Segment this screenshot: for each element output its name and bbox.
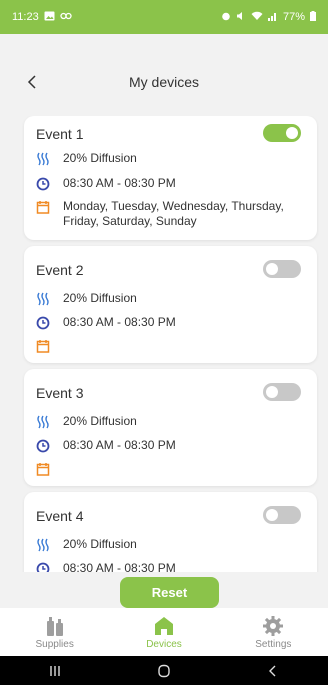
header: My devices — [0, 34, 328, 116]
wifi-icon — [251, 11, 263, 24]
time-row: 08:30 AM - 08:30 PM — [36, 561, 307, 572]
event-card[interactable]: Event 1 20% Diffusion 08:30 AM - 08:30 P… — [24, 116, 317, 240]
event-list[interactable]: Event 1 20% Diffusion 08:30 AM - 08:30 P… — [0, 116, 328, 572]
diffusion-text: 20% Diffusion — [63, 414, 137, 428]
battery-level: 77% — [282, 11, 305, 23]
diffusion-icon — [37, 538, 49, 552]
event-card[interactable]: Event 4 20% Diffusion 08:30 AM - 08:30 P… — [24, 492, 317, 572]
days-text: Monday, Tuesday, Wednesday, Thursday, Fr… — [63, 199, 284, 228]
event-toggle[interactable] — [263, 124, 301, 142]
home-button[interactable] — [134, 656, 194, 685]
reset-button[interactable]: Reset — [120, 577, 219, 608]
mute-icon — [236, 11, 246, 24]
days-row — [36, 338, 307, 353]
clock-icon — [36, 177, 50, 191]
signal-icon — [267, 11, 278, 24]
event-title: Event 3 — [36, 385, 84, 401]
time-row: 08:30 AM - 08:30 PM — [36, 315, 307, 330]
event-toggle[interactable] — [263, 383, 301, 401]
battery-icon — [310, 10, 316, 24]
clock-icon — [36, 439, 50, 453]
event-toggle[interactable] — [263, 506, 301, 524]
event-title: Event 2 — [36, 262, 84, 278]
clock-icon — [36, 562, 50, 572]
supplies-icon — [46, 616, 63, 636]
page-title: My devices — [128, 74, 200, 90]
home-icon — [154, 616, 173, 635]
clock-icon — [36, 316, 50, 330]
system-nav-bar — [0, 656, 328, 685]
nav-label: Supplies — [35, 638, 74, 650]
calendar-icon — [36, 201, 50, 214]
link-icon — [60, 11, 72, 23]
diffusion-icon — [37, 152, 49, 166]
time-text: 08:30 AM - 08:30 PM — [63, 315, 176, 329]
nav-item-supplies[interactable]: Supplies — [0, 608, 109, 656]
diffusion-icon — [37, 415, 49, 429]
diffusion-text: 20% Diffusion — [63, 537, 137, 551]
time-text: 08:30 AM - 08:30 PM — [63, 176, 176, 190]
time-row: 08:30 AM - 08:30 PM — [36, 176, 307, 191]
event-toggle[interactable] — [263, 260, 301, 278]
recent-apps-button[interactable] — [25, 656, 85, 685]
calendar-icon — [36, 463, 50, 476]
gear-icon — [263, 615, 284, 636]
diffusion-row: 20% Diffusion — [36, 291, 307, 306]
event-card[interactable]: Event 2 20% Diffusion 08:30 AM - 08:30 P… — [24, 246, 317, 363]
gallery-icon — [44, 11, 55, 24]
time-row: 08:30 AM - 08:30 PM — [36, 438, 307, 453]
alarm-icon — [221, 11, 231, 24]
diffusion-icon — [37, 292, 49, 306]
nav-label: Devices — [146, 638, 182, 650]
event-title: Event 4 — [36, 508, 84, 524]
event-card[interactable]: Event 3 20% Diffusion 08:30 AM - 08:30 P… — [24, 369, 317, 486]
nav-label: Settings — [255, 638, 292, 650]
diffusion-text: 20% Diffusion — [63, 151, 137, 165]
diffusion-row: 20% Diffusion — [36, 537, 307, 552]
event-title: Event 1 — [36, 126, 84, 142]
diffusion-row: 20% Diffusion — [36, 414, 307, 429]
days-row: Monday, Tuesday, Wednesday, Thursday, Fr… — [36, 199, 307, 229]
recent-apps-icon — [49, 665, 60, 676]
nav-item-settings[interactable]: Settings — [219, 608, 328, 656]
diffusion-row: 20% Diffusion — [36, 151, 307, 166]
back-system-button[interactable] — [243, 656, 303, 685]
status-time: 11:23 — [12, 11, 39, 23]
days-row — [36, 461, 307, 476]
status-bar: 11:23 77% — [0, 0, 328, 34]
nav-item-devices[interactable]: Devices — [109, 608, 218, 656]
home-circle-icon — [158, 664, 170, 677]
time-text: 08:30 AM - 08:30 PM — [63, 561, 176, 572]
bottom-nav: Supplies Devices Settings — [0, 608, 328, 656]
diffusion-text: 20% Diffusion — [63, 291, 137, 305]
calendar-icon — [36, 340, 50, 353]
back-arrow-icon — [269, 665, 276, 676]
time-text: 08:30 AM - 08:30 PM — [63, 438, 176, 452]
